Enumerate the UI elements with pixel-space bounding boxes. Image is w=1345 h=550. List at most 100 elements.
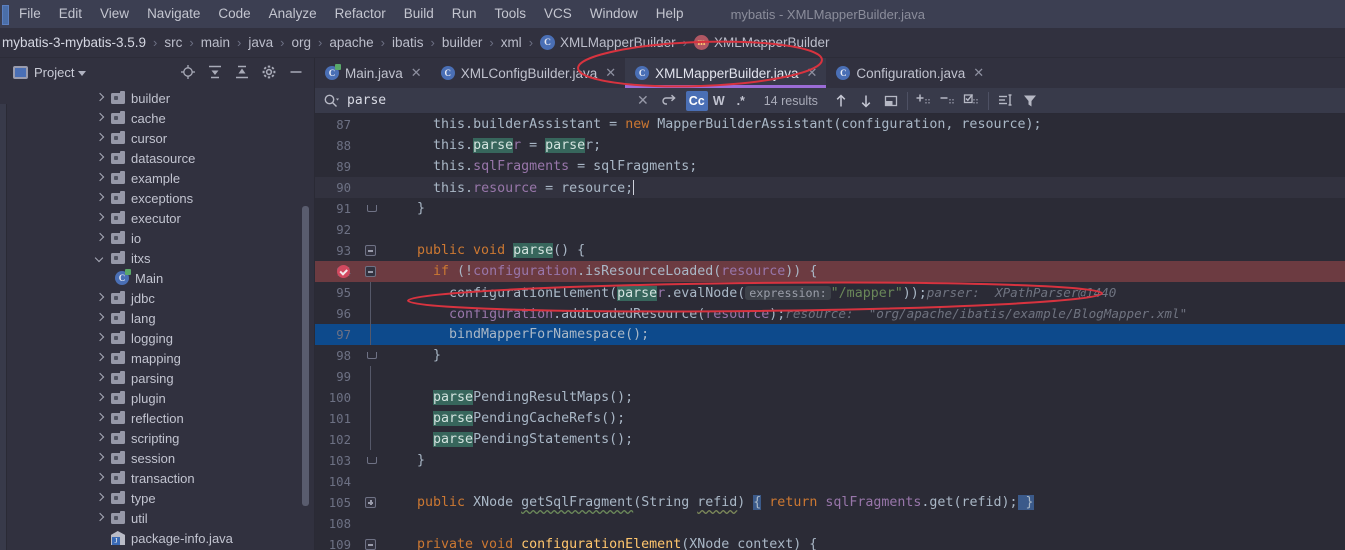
- remove-line-icon[interactable]: [939, 92, 957, 110]
- code-line-100[interactable]: 100 parsePendingResultMaps();: [315, 387, 1345, 408]
- chevron-right-icon[interactable]: [95, 233, 106, 244]
- fold-end-icon[interactable]: [365, 350, 377, 361]
- code-line-87[interactable]: 87 this.builderAssistant = new MapperBui…: [315, 114, 1345, 135]
- code-line-92[interactable]: 92: [315, 219, 1345, 240]
- close-icon[interactable]: ✕: [411, 65, 422, 81]
- tab-xmlmapperbuilder-java[interactable]: C XMLMapperBuilder.java ✕: [625, 58, 827, 88]
- project-tree[interactable]: builder cache cursor datasource example …: [7, 86, 314, 550]
- code-line-97[interactable]: 97 bindMapperForNamespace();: [315, 324, 1345, 345]
- code-line-103[interactable]: 103 }: [315, 450, 1345, 471]
- code-line-96[interactable]: 96 configuration.addLoadedResource(resou…: [315, 303, 1345, 324]
- fold-expand-icon[interactable]: [365, 497, 376, 508]
- tree-item-session[interactable]: session: [7, 448, 314, 468]
- history-icon[interactable]: [660, 92, 678, 110]
- project-tree-scrollbar[interactable]: [302, 206, 309, 506]
- code-line-94[interactable]: 94 if (!configuration.isResourceLoaded(r…: [315, 261, 1345, 282]
- fold-end-icon[interactable]: [365, 455, 377, 466]
- chevron-right-icon[interactable]: [95, 413, 106, 424]
- breadcrumb-item-org[interactable]: org: [291, 35, 311, 50]
- breadcrumb-item-apache[interactable]: apache: [329, 35, 373, 50]
- locate-icon[interactable]: [180, 64, 196, 80]
- chevron-right-icon[interactable]: [95, 153, 106, 164]
- tree-item-package-info[interactable]: package-info.java: [7, 528, 314, 548]
- breadcrumb-item-method[interactable]: m XMLMapperBuilder: [693, 35, 830, 50]
- chevron-right-icon[interactable]: [95, 333, 106, 344]
- code-line-102[interactable]: 102 parsePendingStatements();: [315, 429, 1345, 450]
- menu-build[interactable]: Build: [395, 0, 443, 28]
- code-line-95[interactable]: 95 configurationElement(parser.evalNode(…: [315, 282, 1345, 303]
- tree-item-type[interactable]: type: [7, 488, 314, 508]
- menu-analyze[interactable]: Analyze: [260, 0, 326, 28]
- chevron-right-icon[interactable]: [95, 373, 106, 384]
- regex-toggle[interactable]: .*: [730, 91, 752, 111]
- tree-item-executor[interactable]: executor: [7, 208, 314, 228]
- tree-item-plugin[interactable]: plugin: [7, 388, 314, 408]
- tree-item-cursor[interactable]: cursor: [7, 128, 314, 148]
- prev-occurrence-icon[interactable]: [832, 92, 850, 110]
- filter-scope-icon[interactable]: [996, 92, 1014, 110]
- menu-run[interactable]: Run: [443, 0, 486, 28]
- menu-navigate[interactable]: Navigate: [138, 0, 209, 28]
- menu-tools[interactable]: Tools: [486, 0, 536, 28]
- tree-item-lang[interactable]: lang: [7, 308, 314, 328]
- close-icon[interactable]: ✕: [973, 65, 984, 81]
- chevron-right-icon[interactable]: [95, 173, 106, 184]
- chevron-right-icon[interactable]: [95, 293, 106, 304]
- breadcrumb-item-builder[interactable]: builder: [442, 35, 483, 50]
- filter-icon[interactable]: [1021, 92, 1039, 110]
- code-line-89[interactable]: 89 this.sqlFragments = sqlFragments;: [315, 156, 1345, 177]
- tree-item-logging[interactable]: logging: [7, 328, 314, 348]
- menu-file[interactable]: File: [10, 0, 50, 28]
- chevron-down-icon[interactable]: [95, 253, 106, 264]
- fold-collapse-icon[interactable]: [365, 245, 376, 256]
- code-line-98[interactable]: 98 }: [315, 345, 1345, 366]
- chevron-right-icon[interactable]: [95, 93, 106, 104]
- breadcrumb-item-java[interactable]: java: [248, 35, 273, 50]
- tab-configuration-java[interactable]: C Configuration.java ✕: [826, 58, 994, 88]
- tree-item-mapping[interactable]: mapping: [7, 348, 314, 368]
- breadcrumb-item-class[interactable]: C XMLMapperBuilder: [540, 35, 676, 50]
- search-input[interactable]: [347, 93, 637, 108]
- tree-item-exceptions[interactable]: exceptions: [7, 188, 314, 208]
- tree-item-datasource[interactable]: datasource: [7, 148, 314, 168]
- menu-window[interactable]: Window: [581, 0, 647, 28]
- breadcrumb-item-project[interactable]: mybatis-3-mybatis-3.5.9: [0, 35, 146, 50]
- expand-all-icon[interactable]: [207, 64, 223, 80]
- chevron-right-icon[interactable]: [95, 133, 106, 144]
- chevron-right-icon[interactable]: [95, 113, 106, 124]
- collapse-all-icon[interactable]: [234, 64, 250, 80]
- add-line-icon[interactable]: [915, 92, 933, 110]
- edit-line-icon[interactable]: [963, 92, 981, 110]
- close-icon[interactable]: ✕: [807, 65, 818, 81]
- tree-item-util[interactable]: util: [7, 508, 314, 528]
- tree-item-parsing[interactable]: parsing: [7, 368, 314, 388]
- code-line-90[interactable]: 90 this.resource = resource;: [315, 177, 1345, 198]
- chevron-right-icon[interactable]: [95, 393, 106, 404]
- tree-item-cache[interactable]: cache: [7, 108, 314, 128]
- breadcrumb-item-xml[interactable]: xml: [501, 35, 522, 50]
- select-all-occurrences-icon[interactable]: [882, 92, 900, 110]
- code-line-108[interactable]: 108: [315, 513, 1345, 534]
- breadcrumb-item-ibatis[interactable]: ibatis: [392, 35, 424, 50]
- breakpoint-icon[interactable]: [337, 265, 350, 278]
- fold-collapse-icon[interactable]: [365, 539, 376, 550]
- code-line-88[interactable]: 88 this.parser = parser;: [315, 135, 1345, 156]
- tab-main-java[interactable]: C Main.java ✕: [315, 58, 431, 88]
- tree-item-io[interactable]: io: [7, 228, 314, 248]
- fold-collapse-icon[interactable]: [365, 266, 376, 277]
- chevron-right-icon[interactable]: [95, 493, 106, 504]
- code-editor[interactable]: 87 this.builderAssistant = new MapperBui…: [315, 114, 1345, 550]
- tree-item-reflection[interactable]: reflection: [7, 408, 314, 428]
- search-icon[interactable]: [323, 93, 339, 109]
- fold-end-icon[interactable]: [365, 203, 377, 214]
- tree-item-main[interactable]: C Main: [7, 268, 314, 288]
- next-occurrence-icon[interactable]: [857, 92, 875, 110]
- menu-view[interactable]: View: [91, 0, 138, 28]
- gear-icon[interactable]: [261, 64, 277, 80]
- breadcrumb-item-main[interactable]: main: [201, 35, 230, 50]
- chevron-right-icon[interactable]: [95, 513, 106, 524]
- chevron-right-icon[interactable]: [95, 473, 106, 484]
- code-line-91[interactable]: 91 }: [315, 198, 1345, 219]
- chevron-right-icon[interactable]: [95, 353, 106, 364]
- menu-edit[interactable]: Edit: [50, 0, 91, 28]
